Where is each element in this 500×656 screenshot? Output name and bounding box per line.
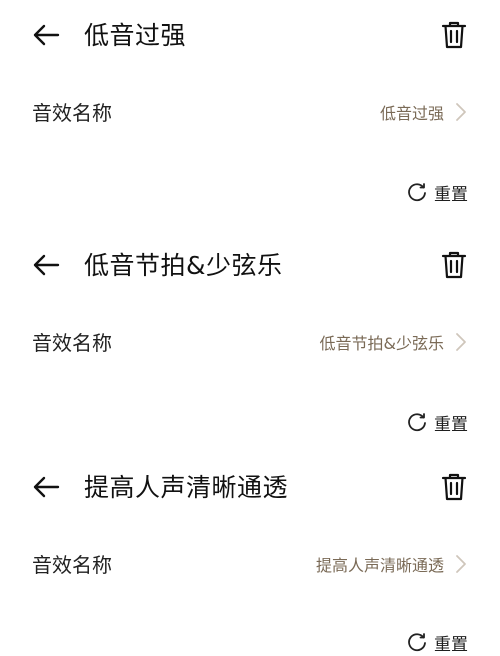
reset-label: 重置: [434, 634, 468, 655]
trash-icon: [441, 251, 467, 279]
arrow-left-icon: [33, 24, 60, 46]
delete-button[interactable]: [438, 470, 470, 504]
reset-button[interactable]: 重置: [406, 178, 468, 206]
delete-button[interactable]: [438, 248, 470, 282]
effect-name-row[interactable]: 音效名称 低音节拍&少弦乐: [0, 325, 500, 357]
trash-icon: [441, 21, 467, 49]
effect-name-label: 音效名称: [32, 331, 112, 355]
preset-panel-2: 低音节拍&少弦乐 音效名称 低音节拍&少弦乐 重置: [0, 230, 500, 450]
trash-icon: [441, 473, 467, 501]
page-title: 提高人声清晰通透: [84, 473, 289, 502]
delete-button[interactable]: [438, 18, 470, 52]
chevron-right-icon[interactable]: [455, 554, 467, 574]
effect-name-value: 提高人声清晰通透: [315, 556, 444, 575]
preset-panel-3: 提高人声清晰通透 音效名称 提高人声清晰通透 重置: [0, 452, 500, 656]
chevron-right-icon[interactable]: [455, 102, 467, 122]
reset-label: 重置: [434, 184, 468, 205]
panel-header: 提高人声清晰通透: [0, 452, 500, 522]
reset-button[interactable]: 重置: [406, 408, 468, 436]
effect-name-label: 音效名称: [32, 101, 112, 125]
back-button[interactable]: [30, 474, 62, 500]
arrow-left-icon: [33, 254, 60, 276]
chevron-right-icon[interactable]: [455, 332, 467, 352]
arrow-left-icon: [33, 476, 60, 498]
refresh-icon: [408, 413, 426, 432]
page-title: 低音过强: [84, 21, 187, 50]
effect-name-row[interactable]: 音效名称 提高人声清晰通透: [0, 547, 500, 579]
reset-button[interactable]: 重置: [406, 628, 468, 656]
preset-panel-1: 低音过强 音效名称 低音过强 重置: [0, 0, 500, 220]
back-button[interactable]: [30, 252, 62, 278]
panel-header: 低音过强: [0, 0, 500, 70]
effect-name-value: 低音节拍&少弦乐: [319, 334, 444, 353]
panel-header: 低音节拍&少弦乐: [0, 230, 500, 300]
refresh-icon: [408, 183, 426, 202]
back-button[interactable]: [30, 22, 62, 48]
effect-name-value: 低音过强: [379, 104, 444, 123]
effect-name-row[interactable]: 音效名称 低音过强: [0, 95, 500, 127]
reset-label: 重置: [434, 414, 468, 435]
effect-name-label: 音效名称: [32, 553, 112, 577]
page-title: 低音节拍&少弦乐: [84, 251, 283, 280]
refresh-icon: [408, 633, 426, 652]
